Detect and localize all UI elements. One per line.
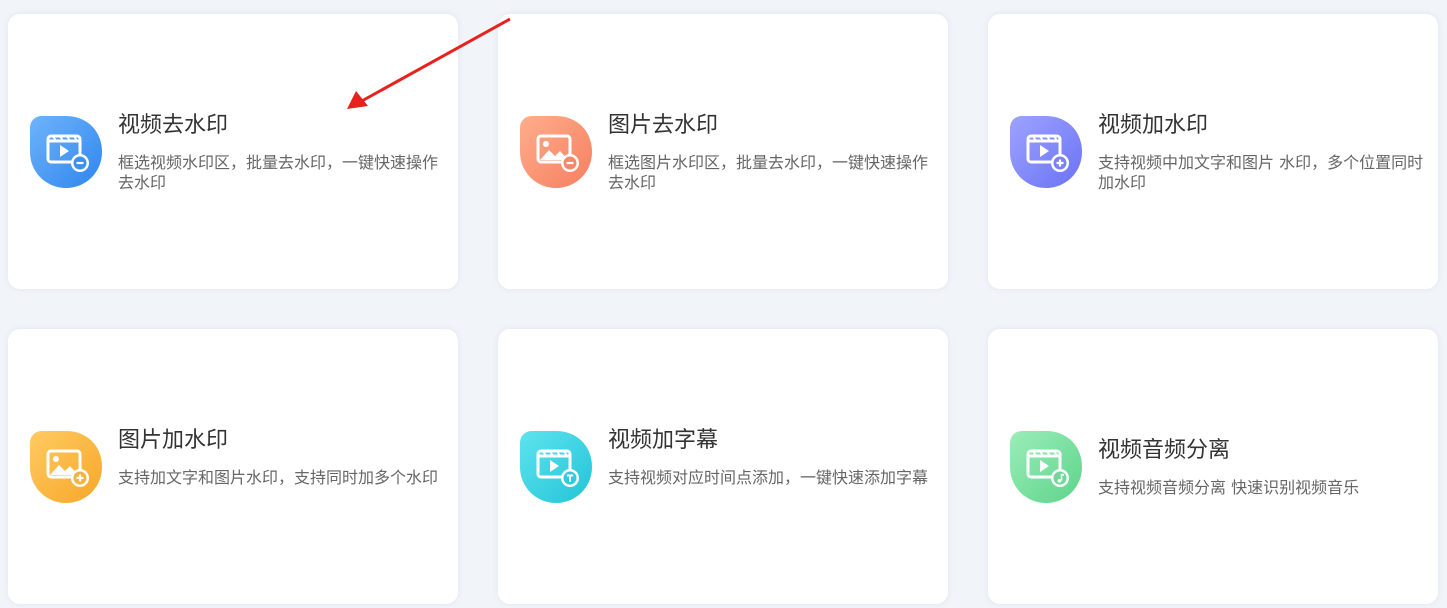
card-video-audio-separate[interactable]: 视频音频分离 支持视频音频分离 快速识别视频音乐 <box>988 329 1438 604</box>
card-description: 框选图片水印区，批量去水印，一键快速操作去水印 <box>608 153 929 192</box>
video-add-subtitle-icon <box>518 429 594 505</box>
video-audio-separate-icon <box>1008 429 1084 505</box>
tool-grid: 视频去水印 框选视频水印区，批量去水印，一键快速操作去水印 图片去水印 框选图片… <box>0 0 1447 608</box>
card-title: 视频去水印 <box>118 113 229 138</box>
card-image-add-watermark[interactable]: 图片加水印 支持加文字和图片水印，支持同时加多个水印 <box>8 329 458 604</box>
card-description: 支持视频中加文字和图片 水印，多个位置同时加水印 <box>1098 153 1424 192</box>
card-description: 支持加文字和图片水印，支持同时加多个水印 <box>118 468 439 487</box>
card-image-remove-watermark[interactable]: 图片去水印 框选图片水印区，批量去水印，一键快速操作去水印 <box>498 14 948 289</box>
video-add-watermark-icon <box>1008 114 1084 190</box>
video-remove-watermark-icon <box>28 114 104 190</box>
image-add-watermark-icon <box>28 429 104 505</box>
card-description: 支持视频对应时间点添加，一键快速添加字幕 <box>608 468 929 487</box>
image-remove-watermark-icon <box>518 114 594 190</box>
card-video-add-watermark[interactable]: 视频加水印 支持视频中加文字和图片 水印，多个位置同时加水印 <box>988 14 1438 289</box>
card-description: 支持视频音频分离 快速识别视频音乐 <box>1098 478 1360 497</box>
card-title: 视频音频分离 <box>1098 438 1231 463</box>
card-description: 框选视频水印区，批量去水印，一键快速操作去水印 <box>118 153 439 192</box>
card-title: 图片去水印 <box>608 113 719 138</box>
card-video-remove-watermark[interactable]: 视频去水印 框选视频水印区，批量去水印，一键快速操作去水印 <box>8 14 458 289</box>
card-title: 视频加水印 <box>1098 113 1209 138</box>
card-title: 视频加字幕 <box>608 428 719 453</box>
card-title: 图片加水印 <box>118 428 229 453</box>
card-video-add-subtitle[interactable]: 视频加字幕 支持视频对应时间点添加，一键快速添加字幕 <box>498 329 948 604</box>
